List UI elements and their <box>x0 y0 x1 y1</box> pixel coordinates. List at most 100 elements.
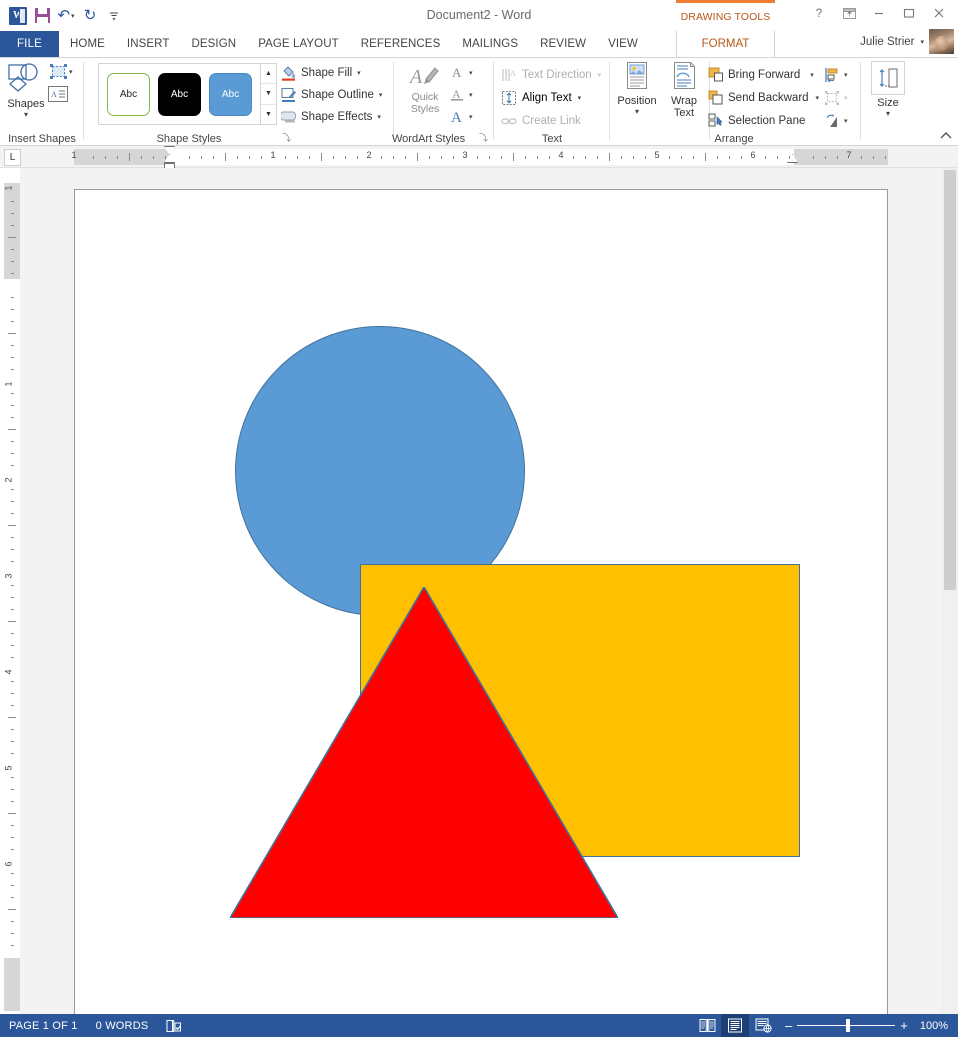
scrollbar-thumb[interactable] <box>944 170 956 590</box>
draw-text-box-icon[interactable]: A <box>47 84 69 104</box>
collapse-ribbon-icon[interactable] <box>940 131 952 143</box>
create-link-button[interactable]: Create Link <box>501 109 601 132</box>
align-text-button[interactable]: Align Text ▾ <box>501 86 601 109</box>
tab-mailings[interactable]: MAILINGS <box>451 31 529 57</box>
zoom-in-button[interactable]: + <box>900 1019 908 1032</box>
page-info[interactable]: PAGE 1 OF 1 <box>0 1014 87 1037</box>
avatar[interactable] <box>929 29 954 54</box>
quick-styles-label-1: Quick <box>411 91 439 103</box>
rotate-objects-chevron-down-icon[interactable]: ▾ <box>844 117 848 125</box>
align-text-chevron-down-icon[interactable]: ▾ <box>578 94 582 102</box>
scroll-down-icon[interactable]: ▼ <box>261 84 276 105</box>
web-layout-icon[interactable] <box>749 1014 777 1037</box>
zoom-out-button[interactable]: – <box>785 1019 792 1032</box>
tab-file[interactable]: FILE <box>0 31 59 57</box>
shape-style-preset-1[interactable]: Abc <box>107 72 150 116</box>
ribbon-group-wordart-styles: A Quick Styles A ▾ A ▾ A ▾ WordArt Style… <box>392 58 494 146</box>
position-chevron-down-icon[interactable]: ▾ <box>635 108 639 116</box>
selection-pane-label: Selection Pane <box>728 114 806 127</box>
align-objects-button[interactable]: ▾ <box>824 63 848 86</box>
print-layout-icon[interactable] <box>721 1014 750 1037</box>
tab-format[interactable]: FORMAT <box>676 31 775 57</box>
size-button[interactable]: Size ▾ <box>868 61 908 131</box>
minimize-icon[interactable] <box>864 2 894 24</box>
group-label-text: Text <box>541 133 563 145</box>
shape-styles-dialog-launcher[interactable]: ⤵ <box>282 131 291 144</box>
tab-stop-selector[interactable]: L <box>4 149 21 166</box>
zoom-level[interactable]: 100% <box>916 1020 958 1032</box>
vertical-ruler[interactable]: 1 1 2 3 4 5 6 <box>4 183 20 1011</box>
shapes-button[interactable]: Shapes ▾ <box>4 61 48 135</box>
wordart-commands: A ▾ A ▾ A ▾ <box>450 62 473 128</box>
tab-references[interactable]: REFERENCES <box>350 31 452 57</box>
tab-view[interactable]: VIEW <box>597 31 649 57</box>
account-chevron-down-icon[interactable]: ▾ <box>920 38 924 46</box>
group-label-shape-styles: Shape Styles <box>156 133 222 145</box>
group-objects-button[interactable]: ▾ <box>824 86 848 109</box>
quick-styles-button[interactable]: A Quick Styles <box>402 63 448 129</box>
ribbon-display-options-icon[interactable] <box>834 2 864 24</box>
tab-home[interactable]: HOME <box>59 31 116 57</box>
user-name[interactable]: Julie Strier <box>860 36 914 48</box>
zoom-slider[interactable]: – + <box>777 1014 916 1037</box>
customize-quick-access-toolbar-icon[interactable] <box>102 4 126 27</box>
bring-forward-chevron-down-icon[interactable]: ▾ <box>810 71 814 79</box>
text-direction-button[interactable]: A Text Direction ▾ <box>501 63 601 86</box>
text-outline-chevron-down-icon[interactable]: ▾ <box>469 91 473 99</box>
selection-pane-button[interactable]: Selection Pane <box>708 109 819 132</box>
proofing-errors-icon[interactable] <box>157 1014 191 1037</box>
more-styles-icon[interactable]: ▼ <box>261 105 276 124</box>
help-icon[interactable]: ? <box>804 2 834 24</box>
text-effects-chevron-down-icon[interactable]: ▾ <box>469 113 473 121</box>
shape-styles-gallery[interactable]: Abc Abc Abc <box>98 63 261 125</box>
tab-page-layout[interactable]: PAGE LAYOUT <box>247 31 350 57</box>
tab-design[interactable]: DESIGN <box>180 31 247 57</box>
scroll-up-icon[interactable]: ▲ <box>261 64 276 85</box>
vertical-scrollbar[interactable] <box>942 168 958 1014</box>
group-objects-chevron-down-icon[interactable]: ▾ <box>844 94 848 102</box>
shapes-chevron-down-icon[interactable]: ▾ <box>24 111 28 119</box>
word-count[interactable]: 0 WORDS <box>87 1014 158 1037</box>
text-direction-chevron-down-icon[interactable]: ▾ <box>598 71 602 79</box>
shape-effects-chevron-down-icon[interactable]: ▾ <box>377 113 381 121</box>
edit-shape-chevron-down-icon[interactable]: ▾ <box>69 68 73 76</box>
shape-outline-chevron-down-icon[interactable]: ▾ <box>379 91 383 99</box>
read-mode-icon[interactable] <box>693 1014 721 1037</box>
shape-fill-chevron-down-icon[interactable]: ▾ <box>357 69 361 77</box>
document-page[interactable] <box>74 189 888 1020</box>
zoom-slider-handle[interactable] <box>846 1019 851 1032</box>
text-fill-chevron-down-icon[interactable]: ▾ <box>469 69 473 77</box>
text-outline-button[interactable]: A ▾ <box>450 84 473 106</box>
triangle-shape[interactable] <box>230 587 618 918</box>
send-backward-button[interactable]: Send Backward ▾ <box>708 86 819 109</box>
send-backward-chevron-down-icon[interactable]: ▾ <box>816 94 820 102</box>
redo-icon[interactable]: ↻ <box>78 4 102 27</box>
wordart-dialog-launcher[interactable]: ⤵ <box>479 131 488 144</box>
group-objects-icon <box>824 90 840 106</box>
tab-review[interactable]: REVIEW <box>529 31 597 57</box>
shape-style-preset-2[interactable]: Abc <box>158 72 201 116</box>
shape-outline-button[interactable]: Shape Outline ▾ <box>281 84 383 106</box>
shape-effects-button[interactable]: Shape Effects ▾ <box>281 106 381 128</box>
align-objects-chevron-down-icon[interactable]: ▾ <box>844 71 848 79</box>
undo-icon[interactable]: ↶ ▾ <box>54 4 78 27</box>
text-effects-button[interactable]: A ▾ <box>450 106 473 128</box>
word-logo-icon[interactable]: W <box>6 4 30 27</box>
shape-style-preset-3[interactable]: Abc <box>209 72 252 116</box>
close-icon[interactable] <box>924 2 954 24</box>
zoom-track[interactable] <box>797 1014 896 1037</box>
tab-insert[interactable]: INSERT <box>116 31 181 57</box>
edit-shape-icon[interactable] <box>47 62 69 82</box>
position-button[interactable]: Position ▾ <box>613 61 661 135</box>
size-chevron-down-icon[interactable]: ▾ <box>886 110 890 118</box>
restore-icon[interactable] <box>894 2 924 24</box>
horizontal-ruler[interactable]: 1 1 2 3 4 5 6 7 <box>71 149 888 165</box>
bring-forward-button[interactable]: Bring Forward ▾ <box>708 63 819 86</box>
save-icon[interactable] <box>30 4 54 27</box>
rotate-objects-button[interactable]: ▾ <box>824 109 848 132</box>
shape-effects-icon <box>281 109 297 125</box>
status-bar: PAGE 1 OF 1 0 WORDS – + 100% <box>0 1014 958 1037</box>
wrap-text-button[interactable]: Wrap Text <box>660 61 708 135</box>
text-fill-button[interactable]: A ▾ <box>450 62 473 84</box>
shape-fill-button[interactable]: Shape Fill ▾ <box>281 62 381 84</box>
